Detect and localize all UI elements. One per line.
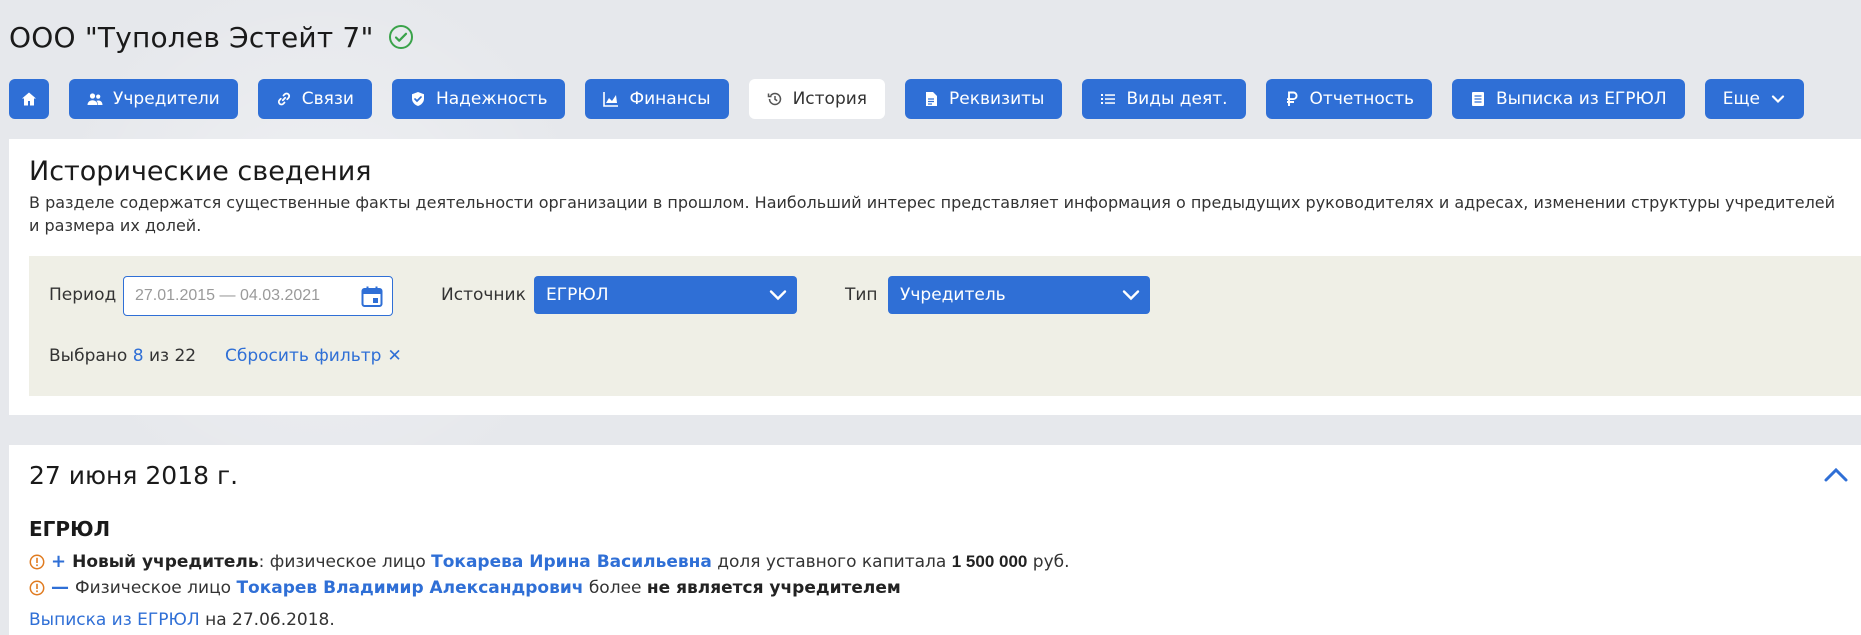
tab-finance[interactable]: Финансы	[585, 79, 729, 119]
calendar-icon[interactable]	[360, 285, 384, 309]
selected-count: Выбрано 8 из 22	[49, 346, 196, 366]
line-text: руб.	[1027, 551, 1070, 572]
line-text: Физическое лицо	[75, 577, 237, 598]
event-card: 27 июня 2018 г. ЕГРЮЛ + Новый учредитель…	[9, 445, 1861, 635]
plus-icon: +	[51, 551, 67, 572]
reset-filter-label: Сбросить фильтр	[225, 346, 382, 366]
line-text: физическое лицо	[264, 551, 432, 572]
tab-label: История	[792, 89, 868, 109]
reset-filter-link[interactable]: Сбросить фильтр ✕	[225, 346, 402, 366]
chevron-down-icon	[1122, 287, 1140, 303]
extract-date: на 27.06.2018.	[199, 610, 335, 630]
home-icon	[21, 91, 37, 107]
filter-panel: Период 27.01.2015 — 04.03.2021 Источник …	[29, 256, 1861, 396]
check-circle-icon	[388, 24, 414, 50]
event-date: 27 июня 2018 г.	[29, 461, 239, 490]
tab-reports[interactable]: Отчетность	[1265, 79, 1433, 119]
event-source: ЕГРЮЛ	[29, 517, 111, 541]
tab-label: Надежность	[435, 89, 548, 109]
tab-bar: Учредители Связи Надежность Финансы Исто…	[9, 79, 1804, 119]
tab-label: Отчетность	[1309, 89, 1415, 109]
link-icon	[276, 91, 292, 107]
tab-label: Виды деят.	[1126, 89, 1228, 109]
list-icon	[1100, 91, 1116, 107]
users-icon	[87, 91, 103, 107]
type-label: Тип	[845, 285, 878, 305]
line-text: более	[583, 577, 647, 598]
event-line-new-founder: + Новый учредитель: физическое лицо Тока…	[29, 551, 1070, 572]
selected-number: 8	[132, 346, 144, 366]
period-label: Период	[49, 285, 117, 305]
new-founder-label: Новый учредитель	[72, 551, 259, 572]
selected-total: 22	[174, 346, 197, 366]
tab-label: Реквизиты	[949, 89, 1045, 109]
period-input[interactable]: 27.01.2015 — 04.03.2021	[123, 276, 393, 316]
selected-mid: из	[148, 346, 170, 366]
tab-requisites[interactable]: Реквизиты	[905, 79, 1063, 119]
person-link[interactable]: Токарев Владимир Александрович	[236, 578, 583, 598]
ruble-icon	[1284, 91, 1300, 107]
section-title: Исторические сведения	[29, 156, 372, 187]
person-link[interactable]: Токарева Ирина Васильевна	[431, 552, 712, 572]
page-header: ООО "Туполев Эстейт 7"	[9, 16, 414, 58]
collapse-chevron-up-icon[interactable]	[1823, 465, 1849, 485]
period-value: 27.01.2015 — 04.03.2021	[135, 287, 321, 304]
source-value: ЕГРЮЛ	[546, 285, 609, 305]
chevron-down-icon	[769, 287, 787, 303]
company-title: ООО "Туполев Эстейт 7"	[9, 20, 374, 54]
document-icon	[923, 91, 939, 107]
tab-egrul-extract[interactable]: Выписка из ЕГРЮЛ	[1452, 79, 1685, 119]
egrul-extract-link[interactable]: Выписка из ЕГРЮЛ	[29, 610, 200, 630]
tab-links[interactable]: Связи	[257, 79, 372, 119]
warning-icon[interactable]	[29, 554, 45, 570]
selected-prefix: Выбрано	[49, 346, 128, 366]
type-select[interactable]: Учредитель	[888, 276, 1150, 314]
tab-label: Связи	[301, 89, 354, 109]
minus-icon: —	[51, 577, 69, 598]
history-card: Исторические сведения В разделе содержат…	[9, 139, 1861, 415]
tab-label: Учредители	[113, 89, 220, 109]
chart-icon	[603, 91, 619, 107]
extract-line: Выписка из ЕГРЮЛ на 27.06.2018.	[29, 610, 335, 630]
source-select[interactable]: ЕГРЮЛ	[534, 276, 797, 314]
capital-amount: 1 500 000	[951, 551, 1028, 571]
tab-founders[interactable]: Учредители	[69, 79, 238, 119]
tab-home[interactable]	[9, 79, 49, 119]
source-label: Источник	[441, 285, 526, 305]
tab-label: Выписка из ЕГРЮЛ	[1496, 89, 1667, 109]
tab-label: Еще	[1722, 89, 1760, 109]
chevron-down-icon	[1770, 91, 1786, 107]
tab-history[interactable]: История	[748, 79, 886, 119]
tab-reliability[interactable]: Надежность	[391, 79, 566, 119]
not-founder-text: не является учредителем	[646, 577, 901, 598]
line-text: доля уставного капитала	[711, 551, 952, 572]
tab-more[interactable]: Еще	[1704, 79, 1804, 119]
tab-activities[interactable]: Виды деят.	[1082, 79, 1246, 119]
type-value: Учредитель	[900, 285, 1006, 305]
section-description: В разделе содержатся существенные факты …	[29, 193, 1836, 235]
tab-label: Финансы	[629, 89, 711, 109]
close-icon: ✕	[387, 346, 402, 366]
shield-icon	[410, 91, 426, 107]
warning-icon[interactable]	[29, 580, 45, 596]
register-icon	[1470, 91, 1486, 107]
history-icon	[767, 91, 783, 107]
event-line-removed-founder: — Физическое лицо Токарев Владимир Алекс…	[29, 577, 901, 598]
